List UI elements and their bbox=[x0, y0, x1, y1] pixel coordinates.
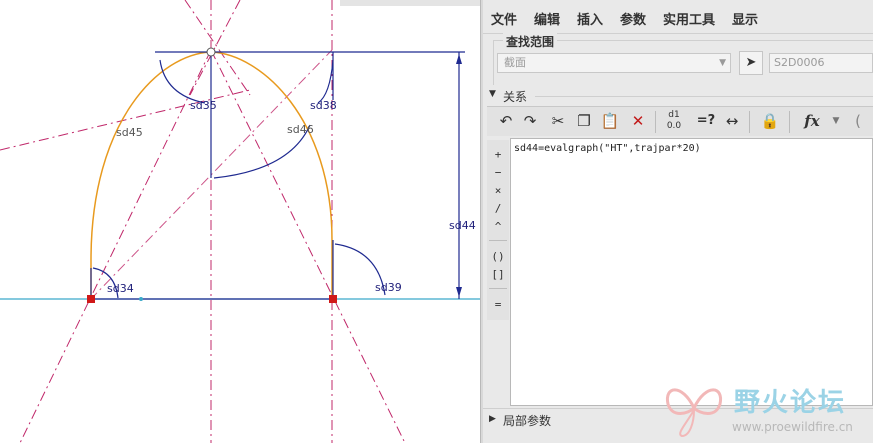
redo-icon[interactable]: ↷ bbox=[519, 110, 541, 132]
copy-icon[interactable]: ❐ bbox=[573, 110, 595, 132]
dim-label-sd46[interactable]: sd46 bbox=[287, 123, 314, 136]
apex-point[interactable] bbox=[206, 47, 216, 57]
search-scope-group: 查找范围 截面 ▼ ➤ S2D0006 bbox=[489, 33, 873, 86]
lock-icon[interactable]: 🔒 bbox=[759, 110, 781, 132]
toolbar-separator bbox=[789, 111, 790, 133]
canvas-edge bbox=[340, 0, 480, 6]
relations-toolbar: ↶ ↷ ✂ ❐ 📋 ✕ d1 0.0 =? ↔ 🔒 fx ▼ ( bbox=[487, 106, 873, 136]
menu-display[interactable]: 显示 bbox=[732, 9, 758, 28]
menu-parameters[interactable]: 参数 bbox=[620, 9, 646, 28]
sketch-drawing[interactable]: sd35 sd38 sd45 sd46 sd44 sd34 sd39 bbox=[0, 0, 480, 443]
relations-panel: 文件 编辑 插入 参数 实用工具 显示 查找范围 截面 ▼ ➤ S2D0006 … bbox=[483, 0, 873, 443]
operator-separator bbox=[489, 288, 507, 289]
operator-plus[interactable]: + bbox=[487, 146, 509, 164]
watermark-title: 野火论坛 bbox=[734, 388, 847, 418]
measure-icon[interactable]: ↔ bbox=[721, 110, 743, 132]
dim-label-sd44[interactable]: sd44 bbox=[449, 219, 476, 232]
toolbar-separator bbox=[655, 111, 656, 133]
evaluate-icon[interactable]: d1 0.0 bbox=[663, 110, 685, 132]
arrow-up-icon bbox=[456, 54, 462, 64]
constraint-marker-right[interactable] bbox=[329, 295, 337, 303]
watermark: 野火论坛 www.proewildfire.cn bbox=[662, 378, 872, 440]
operator-parentheses[interactable]: () bbox=[487, 248, 509, 266]
scope-id-field[interactable]: S2D0006 bbox=[769, 53, 873, 73]
dim-label-sd45[interactable]: sd45 bbox=[116, 126, 143, 139]
select-pointer-button[interactable]: ➤ bbox=[739, 51, 763, 75]
cut-icon[interactable]: ✂ bbox=[547, 110, 569, 132]
diagonal-centerline-top-2[interactable] bbox=[189, 0, 241, 96]
scope-type-select[interactable]: 截面 ▼ bbox=[497, 53, 731, 73]
operator-palette: + − × / ^ () [] = bbox=[487, 140, 509, 320]
operator-brackets[interactable]: [] bbox=[487, 266, 509, 284]
sd35-arc[interactable] bbox=[159, 59, 206, 104]
menu-insert[interactable]: 插入 bbox=[577, 9, 603, 28]
sketch-canvas[interactable]: sd35 sd38 sd45 sd46 sd44 sd34 sd39 bbox=[0, 0, 480, 443]
operator-divide[interactable]: / bbox=[487, 200, 509, 218]
operator-separator bbox=[489, 240, 507, 241]
header-divider bbox=[535, 96, 873, 97]
scope-type-value: 截面 bbox=[504, 56, 526, 69]
relations-editor[interactable]: sd44=evalgraph("HT",trajpar*20) bbox=[510, 138, 873, 406]
toolbar-separator bbox=[749, 111, 750, 133]
chevron-down-icon: ▼ bbox=[719, 58, 726, 68]
delete-icon[interactable]: ✕ bbox=[627, 110, 649, 132]
relations-title: 关系 bbox=[503, 90, 528, 104]
watermark-url: www.proewildfire.cn bbox=[732, 420, 853, 434]
diagonal-centerline-right[interactable] bbox=[210, 49, 406, 443]
relation-expression[interactable]: sd44=evalgraph("HT",trajpar*20) bbox=[514, 143, 701, 154]
paste-icon[interactable]: 📋 bbox=[599, 110, 621, 132]
local-parameters-label: 局部参数 bbox=[503, 414, 552, 428]
verify-icon[interactable]: =? bbox=[695, 110, 717, 132]
diagonal-centerline-left[interactable] bbox=[19, 49, 212, 443]
relations-section-header[interactable]: ▼ 关系 bbox=[483, 88, 873, 104]
menu-bar: 文件 编辑 插入 参数 实用工具 显示 bbox=[483, 0, 873, 34]
dim-label-sd35[interactable]: sd35 bbox=[190, 99, 217, 112]
dim-label-sd34[interactable]: sd34 bbox=[107, 282, 134, 295]
scope-title: 查找范围 bbox=[503, 33, 558, 50]
operator-multiply[interactable]: × bbox=[487, 182, 509, 200]
undo-icon[interactable]: ↶ bbox=[495, 110, 517, 132]
operator-power[interactable]: ^ bbox=[487, 218, 509, 236]
collapse-triangle-icon: ▼ bbox=[489, 89, 496, 99]
dim-label-sd39[interactable]: sd39 bbox=[375, 281, 402, 294]
menu-utilities[interactable]: 实用工具 bbox=[663, 9, 715, 28]
bracket-icon[interactable]: ( bbox=[847, 110, 869, 132]
baseline-point[interactable] bbox=[139, 297, 143, 301]
operator-equals[interactable]: = bbox=[487, 296, 509, 314]
diagonal-centerline-top[interactable] bbox=[184, 0, 251, 96]
chevron-down-icon[interactable]: ▼ bbox=[825, 110, 847, 132]
dim-label-sd38[interactable]: sd38 bbox=[310, 99, 337, 112]
cursor-arrow-icon: ➤ bbox=[745, 55, 757, 70]
expand-triangle-icon: ▶ bbox=[489, 414, 496, 424]
operator-minus[interactable]: − bbox=[487, 164, 509, 182]
constraint-marker-left[interactable] bbox=[87, 295, 95, 303]
arrow-down-icon bbox=[456, 287, 462, 297]
menu-edit[interactable]: 编辑 bbox=[534, 9, 560, 28]
butterfly-logo-icon bbox=[665, 388, 723, 438]
sd38-arc[interactable] bbox=[317, 59, 334, 104]
function-icon[interactable]: fx bbox=[801, 110, 823, 132]
menu-file[interactable]: 文件 bbox=[491, 9, 517, 28]
